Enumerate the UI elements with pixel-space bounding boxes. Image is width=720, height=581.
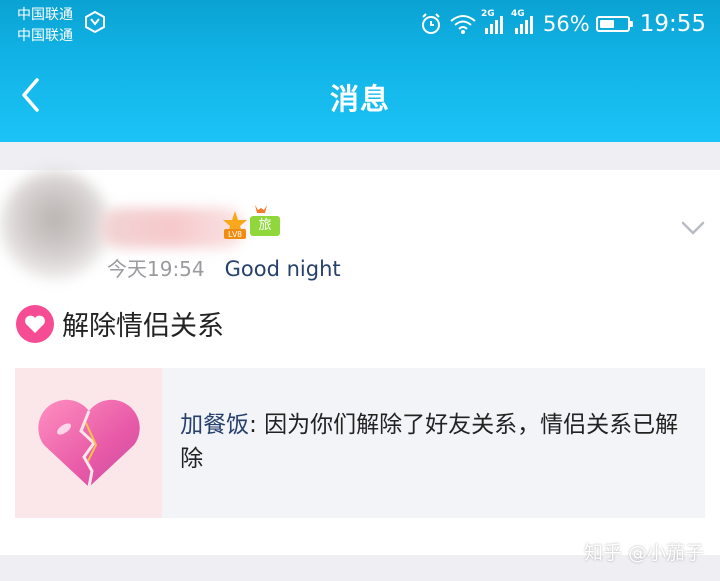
battery-percent: 56% — [543, 12, 590, 36]
relationship-event: 解除情侣关系 — [16, 304, 224, 343]
notice-body: 加餐饭: 因为你们解除了好友关系，情侣关系已解除 — [162, 368, 705, 518]
level-badge-icon: LV8 — [223, 211, 247, 239]
notice-sender[interactable]: 加餐饭 — [180, 412, 249, 438]
heart-icon — [25, 315, 45, 333]
signal-2g-label: 2G — [481, 9, 495, 19]
battery-icon — [595, 16, 633, 32]
breakup-notice[interactable]: 加餐饭: 因为你们解除了好友关系，情侣关系已解除 — [15, 368, 705, 518]
page-title: 消息 — [329, 82, 390, 116]
broken-heart-icon — [37, 399, 140, 488]
fox-icon — [255, 205, 267, 213]
signal-4g-label: 4G — [511, 9, 525, 19]
chevron-down-icon[interactable] — [680, 218, 706, 238]
message-text: Good night — [224, 257, 341, 281]
signal-4g: 4G — [511, 9, 537, 35]
message-time: 今天19:54 — [107, 257, 205, 281]
travel-badge-label: 旅 — [250, 216, 280, 236]
nav-bar: 消息 — [0, 48, 720, 142]
notice-separator: : — [249, 412, 265, 438]
status-bar: 中国联通 中国联通 2G 4G 56% 19:55 — [0, 0, 720, 48]
alarm-icon — [422, 13, 441, 34]
carrier-label-2: 中国联通 — [17, 28, 73, 44]
wifi-icon — [450, 15, 476, 34]
app-header: 中国联通 中国联通 2G 4G 56% 19:55 消息 — [0, 0, 720, 142]
message-card: LV8 旅 今天19:54 Good night 解除情侣关系 加餐饭: 因为你… — [0, 170, 720, 555]
status-clock: 19:55 — [639, 11, 706, 37]
avatar[interactable] — [0, 170, 110, 280]
watermark: 知乎 @小茄子 — [583, 542, 704, 564]
message-meta: 今天19:54 Good night — [107, 253, 341, 282]
level-badge-text: LV8 — [228, 230, 242, 239]
hd-voice-icon — [85, 11, 105, 33]
battery-fill — [599, 20, 615, 28]
signal-2g: 2G — [481, 9, 507, 35]
carrier-label-1: 中国联通 — [17, 7, 73, 23]
event-label: 解除情侣关系 — [62, 311, 224, 342]
heart-badge-icon — [16, 304, 54, 343]
notice-thumbnail — [15, 368, 163, 518]
